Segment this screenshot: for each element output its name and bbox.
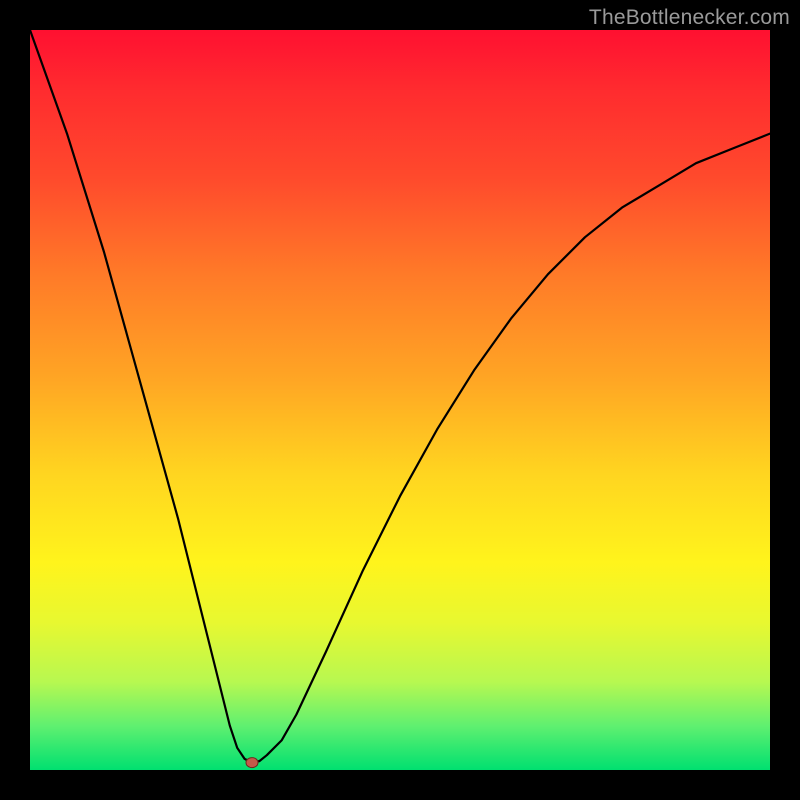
- chart-frame: TheBottlenecker.com: [0, 0, 800, 800]
- bottleneck-curve: [30, 30, 770, 763]
- optimum-marker: [246, 758, 258, 768]
- plot-area: [30, 30, 770, 770]
- curve-svg: [30, 30, 770, 770]
- watermark-text: TheBottlenecker.com: [589, 6, 790, 30]
